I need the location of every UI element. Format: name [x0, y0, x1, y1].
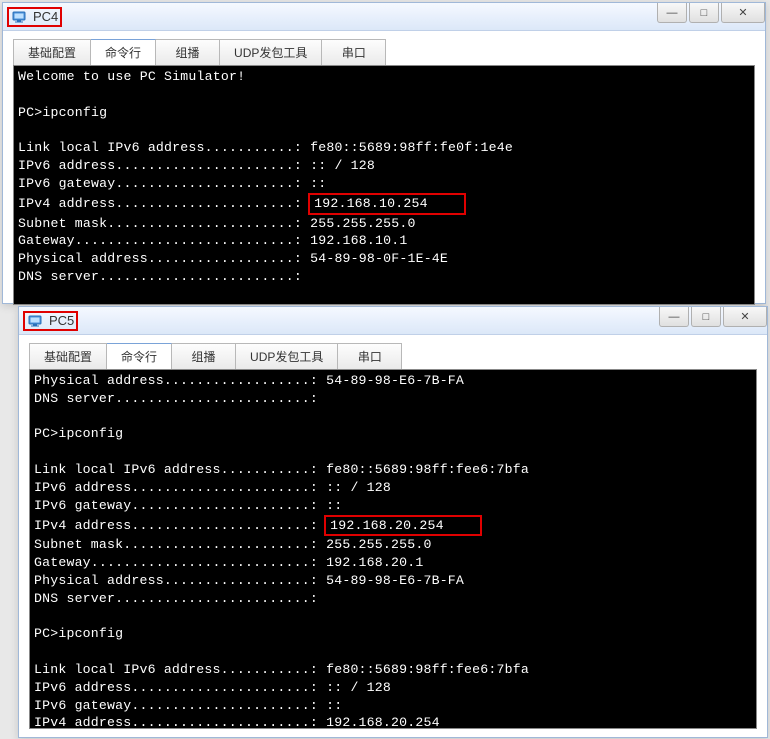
terminal-line: DNS server........................:	[34, 590, 752, 608]
close-button[interactable]: ✕	[721, 3, 765, 23]
terminal-line	[34, 608, 752, 626]
tab-0[interactable]: 基础配置	[13, 39, 91, 65]
tab-bar: 基础配置命令行组播UDP发包工具串口	[3, 31, 765, 65]
terminal-line	[34, 408, 752, 426]
tab-3[interactable]: UDP发包工具	[236, 343, 338, 369]
terminal-line	[34, 643, 752, 661]
terminal-line: Link local IPv6 address...........: fe80…	[34, 661, 752, 679]
terminal-line: PC>ipconfig	[18, 104, 750, 122]
terminal-line: IPv6 address......................: :: /…	[34, 479, 752, 497]
window-controls: — □ ✕	[657, 307, 767, 329]
terminal-line: Physical address..................: 54-8…	[34, 572, 752, 590]
window-pc4: PC4 — □ ✕ 基础配置命令行组播UDP发包工具串口 Welcome to …	[2, 2, 766, 304]
terminal-line: Gateway...........................: 192.…	[34, 554, 752, 572]
terminal-line: Physical address..................: 54-8…	[34, 372, 752, 390]
terminal-line: Subnet mask.......................: 255.…	[34, 536, 752, 554]
window-title: PC5	[49, 313, 74, 328]
terminal-line: Subnet mask.......................: 255.…	[18, 215, 750, 233]
minimize-button[interactable]: —	[659, 307, 689, 327]
terminal-line	[18, 121, 750, 139]
terminal-line: IPv4 address......................: 192.…	[34, 714, 752, 729]
terminal-line: DNS server........................:	[18, 268, 750, 286]
terminal-line: IPv6 address......................: :: /…	[34, 679, 752, 697]
terminal-line: IPv4 address......................: 192.…	[18, 193, 750, 215]
tab-4[interactable]: 串口	[338, 343, 402, 369]
tab-3[interactable]: UDP发包工具	[220, 39, 322, 65]
close-button[interactable]: ✕	[723, 307, 767, 327]
terminal-line: IPv6 address......................: :: /…	[18, 157, 750, 175]
maximize-button[interactable]: □	[689, 3, 719, 23]
terminal-line: PC>ipconfig	[34, 425, 752, 443]
terminal-output[interactable]: Physical address..................: 54-8…	[29, 369, 757, 729]
maximize-button[interactable]: □	[691, 307, 721, 327]
titlebar[interactable]: PC5 — □ ✕	[19, 307, 767, 335]
terminal-line: Physical address..................: 54-8…	[18, 250, 750, 268]
window-pc5: PC5 — □ ✕ 基础配置命令行组播UDP发包工具串口 Physical ad…	[18, 306, 768, 738]
terminal-line	[34, 443, 752, 461]
terminal-line: DNS server........................:	[34, 390, 752, 408]
terminal-line: Link local IPv6 address...........: fe80…	[18, 139, 750, 157]
terminal-line: IPv6 gateway......................: ::	[34, 697, 752, 715]
window-controls: — □ ✕	[655, 3, 765, 25]
pc-icon	[11, 9, 27, 25]
title-highlight: PC4	[7, 7, 62, 27]
pc-icon	[27, 313, 43, 329]
terminal-line: PC>ipconfig	[34, 625, 752, 643]
ipv4-highlight: 192.168.20.254	[324, 515, 482, 537]
terminal-line	[18, 286, 750, 304]
tab-1[interactable]: 命令行	[91, 39, 156, 65]
tab-4[interactable]: 串口	[322, 39, 386, 65]
terminal-line: IPv4 address......................: 192.…	[34, 515, 752, 537]
terminal-line	[18, 86, 750, 104]
minimize-button[interactable]: —	[657, 3, 687, 23]
tab-2[interactable]: 组播	[156, 39, 220, 65]
ipv4-highlight: 192.168.10.254	[308, 193, 466, 215]
terminal-line: Welcome to use PC Simulator!	[18, 68, 750, 86]
titlebar[interactable]: PC4 — □ ✕	[3, 3, 765, 31]
tab-2[interactable]: 组播	[172, 343, 236, 369]
tab-bar: 基础配置命令行组播UDP发包工具串口	[19, 335, 767, 369]
terminal-output[interactable]: Welcome to use PC Simulator! PC>ipconfig…	[13, 65, 755, 305]
tab-0[interactable]: 基础配置	[29, 343, 107, 369]
title-highlight: PC5	[23, 311, 78, 331]
window-title: PC4	[33, 9, 58, 24]
terminal-line: Gateway...........................: 192.…	[18, 232, 750, 250]
terminal-line: IPv6 gateway......................: ::	[18, 175, 750, 193]
tab-1[interactable]: 命令行	[107, 343, 172, 369]
terminal-line: Link local IPv6 address...........: fe80…	[34, 461, 752, 479]
terminal-line: IPv6 gateway......................: ::	[34, 497, 752, 515]
